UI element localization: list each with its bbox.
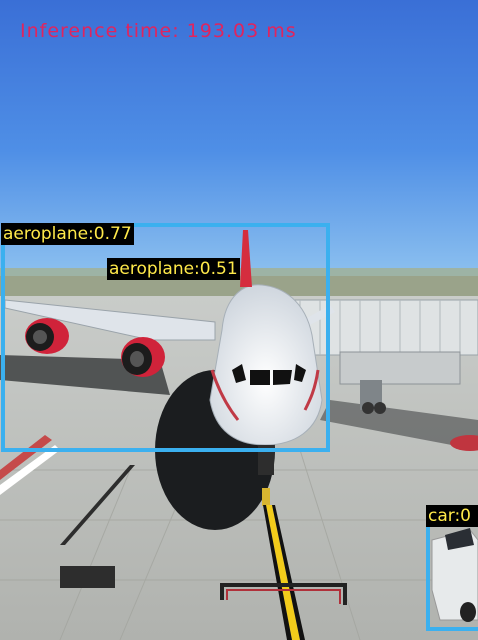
inference-time-text: Inference time: 193.03 ms — [20, 20, 297, 42]
ground-equipment — [262, 488, 270, 506]
detection-label-aeroplane-1: aeroplane:0.77 — [1, 223, 134, 245]
detection-label-aeroplane-2: aeroplane:0.51 — [107, 258, 240, 280]
detection-label-car: car:0 — [426, 505, 478, 527]
photo-scene: Inference time: 193.03 ms aeroplane:0.77… — [0, 0, 478, 640]
black-patch — [60, 566, 115, 588]
